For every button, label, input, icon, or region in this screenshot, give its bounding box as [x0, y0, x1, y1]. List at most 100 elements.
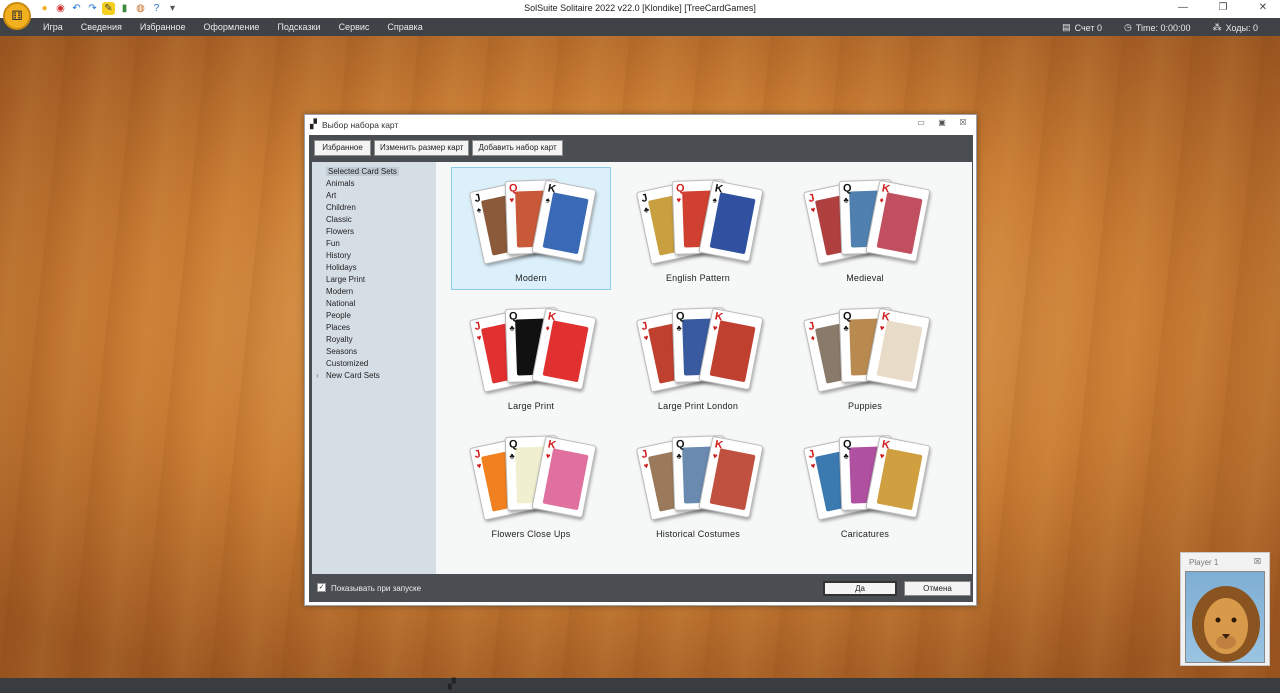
window-title: SolSuite Solitaire 2022 v22.0 [Klondike]…	[524, 3, 756, 13]
dialog-minimize-icon[interactable]: ▭	[916, 118, 926, 128]
favorites-button[interactable]: Избранное	[314, 139, 371, 156]
add-card-set-button[interactable]: Добавить набор карт	[472, 139, 563, 156]
window-controls: — ❐ ✕	[1176, 1, 1270, 15]
maximize-icon[interactable]: ❐	[1216, 1, 1230, 15]
cards-icon: ▞	[310, 119, 317, 129]
show-on-startup-checkbox[interactable]: ✓	[317, 583, 326, 592]
record-icon[interactable]: ◉	[54, 2, 67, 15]
stats-icon[interactable]: ▮	[118, 2, 131, 15]
category-item[interactable]: People	[312, 310, 436, 322]
ok-button[interactable]: Да	[823, 581, 897, 596]
solitaire-taskbar-icon[interactable]: ▞	[448, 679, 456, 690]
card-set-tile[interactable]: J ♦ Q ♣ K ♥ Puppies	[785, 295, 945, 418]
category-label: People	[326, 311, 351, 320]
category-item[interactable]: Large Print	[312, 274, 436, 286]
card-fan-preview: J ♠ Q ♥ K ♠	[468, 178, 598, 274]
category-item[interactable]: Modern	[312, 286, 436, 298]
category-item[interactable]: National	[312, 298, 436, 310]
card-set-tile[interactable]: J ♥ Q ♣ K ♥ Caricatures	[785, 423, 945, 546]
menu-item-0[interactable]: Игра	[43, 22, 72, 32]
cancel-button[interactable]: Отмена	[904, 581, 971, 596]
dialog-close-icon[interactable]: ☒	[958, 118, 968, 128]
card-rank: Q ♥	[508, 182, 518, 205]
menu-items: Игра Сведения Избранное Оформление Подсказки…	[43, 22, 441, 32]
card-set-label: Medieval	[846, 273, 884, 283]
menu-item-6[interactable]: Справка	[387, 22, 431, 32]
card-set-label: Historical Costumes	[656, 529, 740, 539]
card-set-tile[interactable]: J ♥ Q ♣ K ♦ Medieval	[785, 167, 945, 290]
quick-access-toolbar: ● ◉ ↶ ↷ ✎ ▮ ◍? ▾	[38, 2, 179, 15]
redo-icon[interactable]: ↷	[86, 2, 99, 15]
menu-item-2[interactable]: Избранное	[140, 22, 195, 32]
category-label: Flowers	[326, 227, 355, 236]
clock-icon: ◷	[1124, 22, 1132, 32]
card-rank: Q ♣	[675, 310, 685, 333]
card-rank: Q ♣	[842, 310, 852, 333]
category-item[interactable]: Animals	[312, 178, 436, 190]
card-set-tile[interactable]: J ♥ Q ♣ K ♦ Large Print	[451, 295, 611, 418]
card-fan-preview: J ♥ Q ♣ K ♥	[802, 434, 932, 530]
game-status: ▤ Счет 0 ◷ Time: 0:00:00 ⁂ Ходы: 0	[1062, 22, 1258, 33]
player-close-icon[interactable]: ☒	[1254, 557, 1261, 566]
category-item[interactable]: › New Card Sets	[312, 370, 436, 382]
title-bar: ⚅ ● ◉ ↶ ↷ ✎ ▮ ◍? ▾ SolSuite Solitaire 2022 v22.…	[0, 0, 1280, 30]
close-icon[interactable]: ✕	[1256, 1, 1270, 15]
card-set-label: Modern	[515, 273, 547, 283]
player-name: Player 1	[1189, 558, 1219, 567]
card-fan-preview: J ♥ Q ♣ K ♦	[468, 306, 598, 402]
card-set-label: Large Print	[507, 401, 555, 411]
help-icon[interactable]: ?	[150, 2, 163, 15]
category-item[interactable]: Fun	[312, 238, 436, 250]
card-set-tile[interactable]: J ♣ Q ♥ K ♠ English Pattern	[618, 167, 778, 290]
category-item[interactable]: Seasons	[312, 346, 436, 358]
category-item[interactable]: Flowers	[312, 226, 436, 238]
card-fan-preview: J ♥ Q ♣ K ♥	[635, 434, 765, 530]
card-set-tile[interactable]: J ♥ Q ♣ K ♥ Historical Costumes	[618, 423, 778, 546]
category-label: Animals	[326, 179, 355, 188]
menu-item-1[interactable]: Сведения	[81, 22, 131, 32]
dialog-toolbar: Избранное Изменить размер карт Добавить …	[309, 135, 973, 160]
card-fan-preview: J ♦ Q ♣ K ♥	[802, 306, 932, 402]
menu-item-4[interactable]: Подсказки	[277, 22, 329, 32]
card-set-tile[interactable]: J ♥ Q ♣ K ♥ Large Print London	[618, 295, 778, 418]
card-fan-preview: J ♥ Q ♣ K ♥	[468, 434, 598, 530]
resize-cards-button[interactable]: Изменить размер карт	[374, 139, 470, 156]
category-item[interactable]: Children	[312, 202, 436, 214]
category-item[interactable]: Selected Card Sets	[312, 166, 436, 178]
notepad-icon: ▤	[1062, 22, 1071, 32]
category-item[interactable]: Places	[312, 322, 436, 334]
card-set-grid: J ♠ Q ♥ K ♠ Modern J ♣ Q ♥ K ♠ English Pattern J ♥ Q ♣ K ♦ M…	[436, 162, 972, 574]
palette-icon[interactable]: ◍	[134, 2, 147, 15]
card-rank: Q ♣	[508, 438, 518, 461]
lion-avatar[interactable]	[1185, 571, 1265, 663]
moves-status: ⁂ Ходы: 0	[1213, 22, 1258, 33]
category-item[interactable]: Holidays	[312, 262, 436, 274]
app-logo-icon[interactable]: ⚅	[3, 2, 31, 30]
chevron-right-icon[interactable]: ›	[316, 370, 319, 382]
card-set-label: Caricatures	[840, 529, 890, 539]
category-item[interactable]: Customized	[312, 358, 436, 370]
card-set-tile[interactable]: J ♥ Q ♣ K ♥ Flowers Close Ups	[451, 423, 611, 546]
category-item[interactable]: Art	[312, 190, 436, 202]
time-text: Time: 0:00:00	[1135, 22, 1191, 33]
category-item[interactable]: History	[312, 250, 436, 262]
card-set-label: Flowers Close Ups	[491, 529, 571, 539]
category-label: Children	[326, 203, 356, 212]
card-set-tile[interactable]: J ♠ Q ♥ K ♠ Modern	[451, 167, 611, 290]
card-set-dialog: ▞ Выбор набора карт ▭ ▣ ☒ Избранное Изме…	[304, 114, 977, 606]
more-icon[interactable]: ▾	[166, 2, 179, 15]
menu-item-5[interactable]: Сервис	[339, 22, 379, 32]
minimize-icon[interactable]: —	[1176, 1, 1190, 15]
edit-icon[interactable]: ✎	[102, 2, 115, 15]
moves-text: Ходы: 0	[1225, 22, 1258, 33]
menu-item-3[interactable]: Оформление	[204, 22, 269, 32]
dialog-restore-icon[interactable]: ▣	[937, 118, 947, 128]
undo-icon[interactable]: ↶	[70, 2, 83, 15]
category-list: Selected Card Sets Animals Art Children Clas…	[312, 162, 436, 574]
category-item[interactable]: Royalty	[312, 334, 436, 346]
dialog-title-bar: ▞ Выбор набора карт ▭ ▣ ☒	[305, 115, 976, 133]
card-rank: Q ♣	[842, 438, 852, 461]
category-label: New Card Sets	[326, 371, 380, 380]
new-game-icon[interactable]: ●	[38, 2, 51, 15]
category-item[interactable]: Classic	[312, 214, 436, 226]
